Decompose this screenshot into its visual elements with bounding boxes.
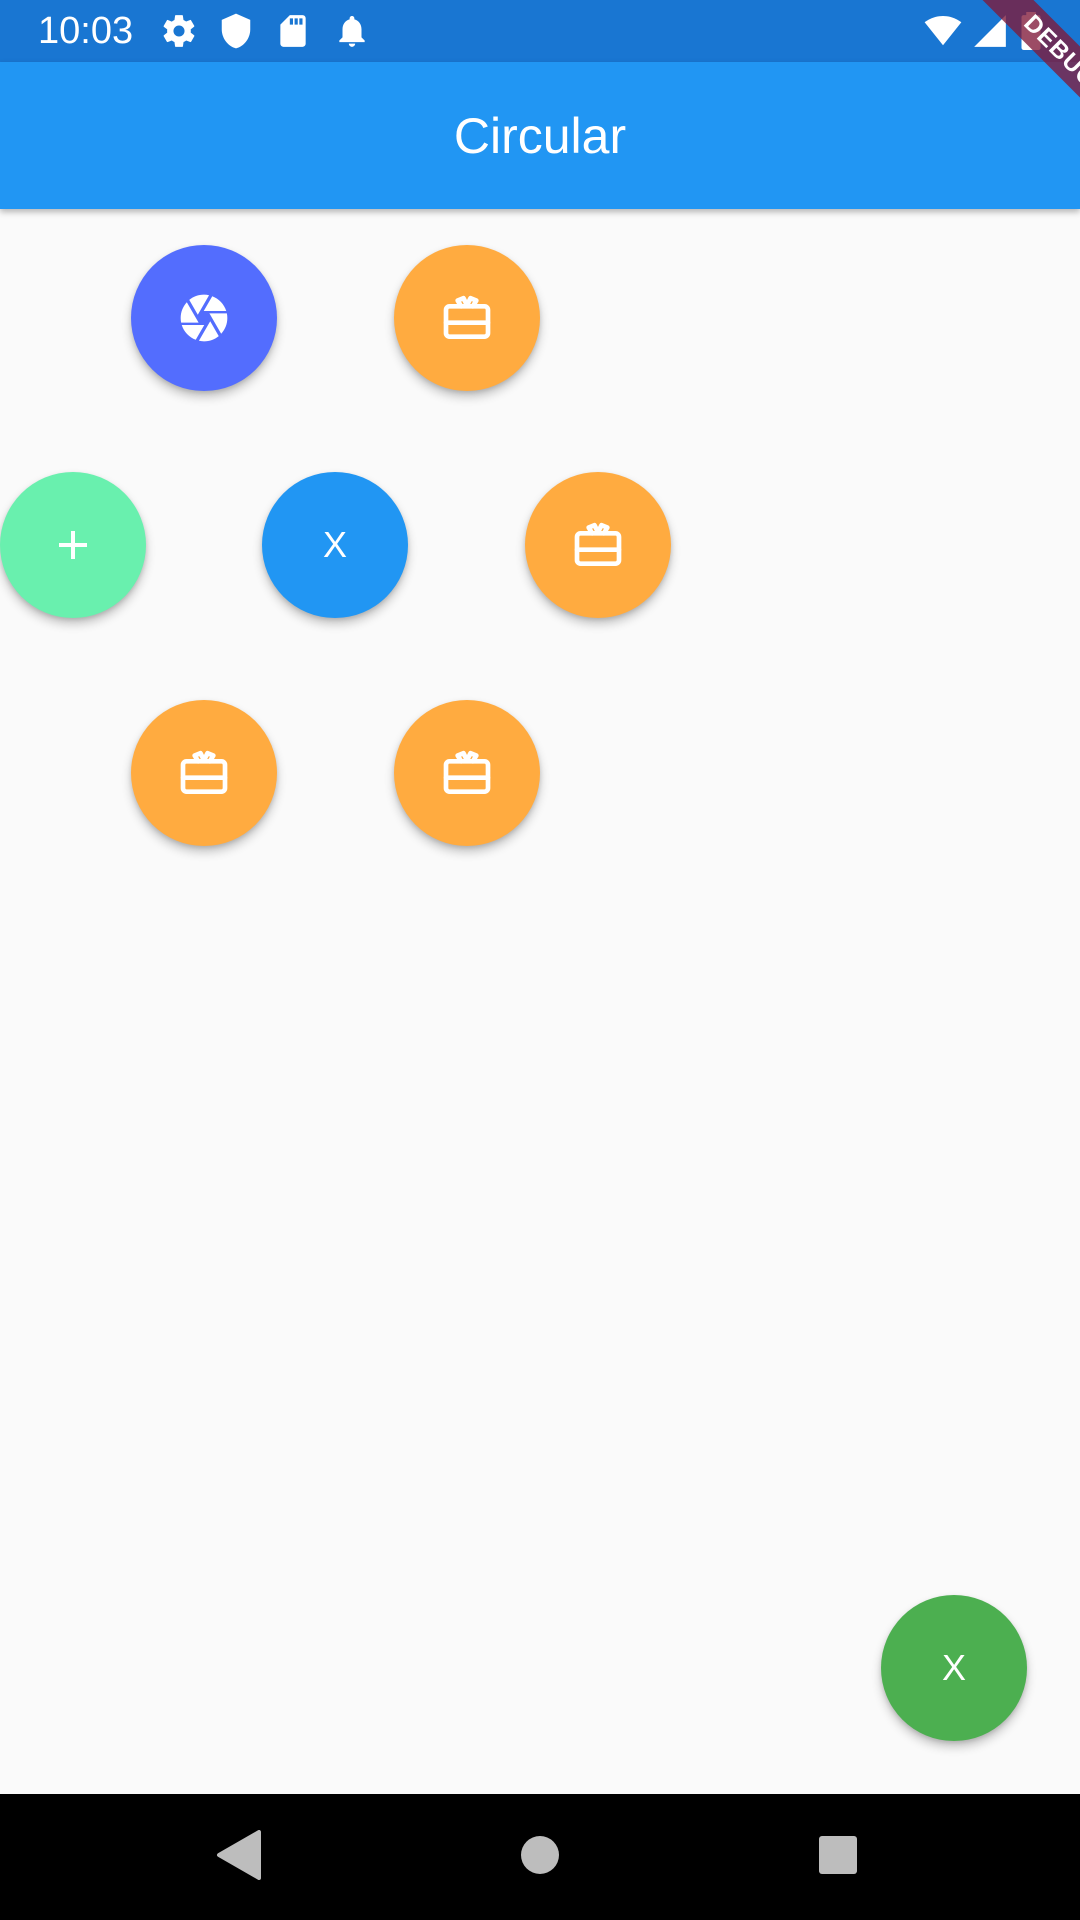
back-icon (215, 1829, 261, 1885)
gift-card-icon (570, 517, 626, 573)
gift-card-button[interactable] (394, 700, 540, 846)
aperture-icon (176, 290, 232, 346)
battery-icon (1016, 12, 1046, 50)
wifi-icon (922, 12, 964, 50)
gift-card-button[interactable] (394, 245, 540, 391)
aperture-button[interactable] (131, 245, 277, 391)
back-button[interactable] (208, 1827, 268, 1887)
gift-card-icon (439, 290, 495, 346)
menu-center-label: X (322, 524, 347, 565)
menu-center-button[interactable]: X (262, 472, 408, 618)
cell-signal-icon (970, 12, 1010, 50)
gift-card-button[interactable] (131, 700, 277, 846)
home-icon (520, 1835, 560, 1880)
gift-card-button[interactable] (525, 472, 671, 618)
fab-label: X (941, 1647, 966, 1688)
app-bar: Circular (0, 62, 1080, 209)
add-button[interactable] (0, 472, 146, 618)
gift-card-icon (439, 745, 495, 801)
sd-card-icon (274, 12, 312, 50)
shield-icon (217, 12, 255, 50)
recents-icon (818, 1835, 858, 1880)
screen: 10:03 Circular DEBUG X X (0, 0, 1080, 1920)
status-time: 10:03 (38, 10, 134, 52)
gift-card-icon (176, 745, 232, 801)
floating-action-button[interactable]: X (881, 1595, 1027, 1741)
status-bar: 10:03 (0, 0, 1080, 62)
add-icon (49, 521, 97, 569)
page-title: Circular (453, 108, 627, 164)
navigation-bar (0, 1794, 1080, 1920)
bell-icon (333, 12, 371, 50)
recents-button[interactable] (808, 1827, 868, 1887)
home-button[interactable] (510, 1827, 570, 1887)
gear-icon (160, 12, 198, 50)
